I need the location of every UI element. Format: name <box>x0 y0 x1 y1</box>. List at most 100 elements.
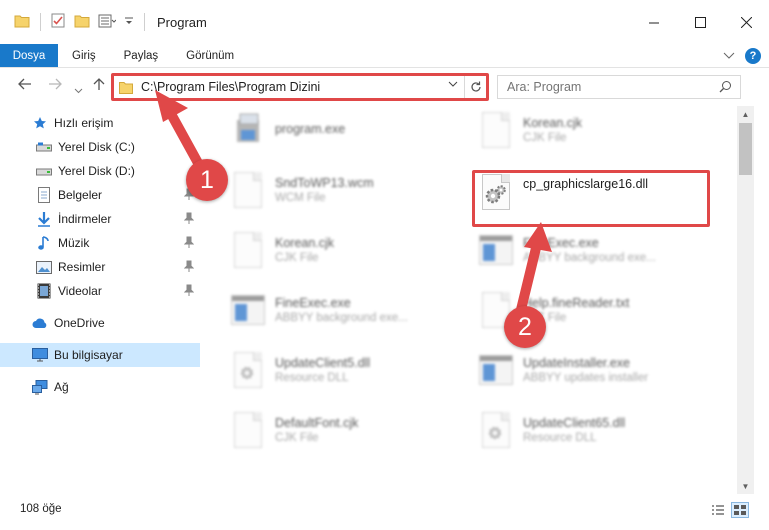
status-bar: 108 öğe <box>0 494 769 530</box>
tab-file[interactable]: Dosya <box>0 44 58 67</box>
file-item[interactable]: SndToWP13.wcm WCM File <box>231 170 374 210</box>
back-button[interactable] <box>18 77 32 93</box>
tab-home[interactable]: Giriş <box>58 44 110 67</box>
file-type: CJK File <box>523 132 567 144</box>
pictures-icon <box>36 259 52 275</box>
file-icon <box>479 110 513 150</box>
drive-icon <box>36 163 52 179</box>
network-icon <box>32 379 48 395</box>
file-type: WCM File <box>275 192 326 204</box>
file-item[interactable]: UpdateClient65.dll Resource DLL <box>479 410 625 450</box>
file-name: Korean.cjk <box>523 116 583 130</box>
file-item-target-dll[interactable]: cp_graphicslarge16.dll <box>479 172 648 212</box>
details-view-icon[interactable] <box>709 502 727 518</box>
view-switcher <box>709 502 749 518</box>
sidebar-item-label: Hızlı erişim <box>54 116 114 130</box>
file-item[interactable]: Help.fineReader.txt TXT File <box>479 290 629 330</box>
documents-icon <box>36 187 52 203</box>
divider <box>40 13 41 31</box>
file-name: program.exe <box>275 122 346 136</box>
new-folder-icon[interactable] <box>74 14 90 31</box>
help-icon[interactable]: ? <box>745 48 761 64</box>
file-icon <box>231 170 265 210</box>
chevron-down-icon[interactable] <box>448 80 458 91</box>
file-item[interactable]: program.exe <box>231 110 345 150</box>
recent-locations-icon[interactable] <box>74 81 83 97</box>
file-item[interactable]: FineExec.exe ABBYY background exe... <box>479 230 656 270</box>
sidebar-item-label: Ağ <box>54 380 69 394</box>
ribbon: Dosya Giriş Paylaş Görünüm ? <box>0 44 769 68</box>
tab-view[interactable]: Görünüm <box>172 44 248 67</box>
sidebar-item-downloads[interactable]: İndirmeler <box>0 207 200 231</box>
star-icon <box>32 115 48 131</box>
pin-icon[interactable] <box>183 212 195 227</box>
customize-toolbar-icon[interactable] <box>124 15 134 29</box>
sidebar-item-music[interactable]: Müzik <box>0 231 200 255</box>
sidebar-item-videos[interactable]: Videolar <box>0 279 200 303</box>
file-item[interactable]: Korean.cjk CJK File <box>479 110 582 150</box>
address-path[interactable]: C:\Program Files\Program Dizini <box>141 80 320 94</box>
layout-icon[interactable] <box>98 14 117 31</box>
file-icon <box>231 410 265 450</box>
scrollbar-thumb[interactable] <box>739 123 752 175</box>
callout-badge-2: 2 <box>504 306 546 348</box>
file-item[interactable]: UpdateInstaller.exe ABBYY updates install… <box>479 350 648 390</box>
file-name: DefaultFont.cjk <box>275 416 359 430</box>
title-bar: Program <box>0 0 769 44</box>
dll-gear-icon <box>479 172 513 212</box>
sidebar-item-label: Belgeler <box>58 188 103 202</box>
file-name: cp_graphicslarge16.dll <box>523 177 649 191</box>
sidebar-item-label: Müzik <box>58 236 90 250</box>
file-item[interactable]: DefaultFont.cjk CJK File <box>231 410 358 450</box>
up-button[interactable] <box>93 77 105 94</box>
installer-icon <box>231 110 265 150</box>
file-type: CJK File <box>275 432 319 444</box>
vertical-scrollbar[interactable]: ▲ ▼ <box>737 106 754 494</box>
tab-share[interactable]: Paylaş <box>110 44 173 67</box>
sidebar-item-local-disk-d[interactable]: Yerel Disk (D:) <box>0 159 200 183</box>
sidebar-item-local-disk-c[interactable]: Yerel Disk (C:) <box>0 135 200 159</box>
file-type: ABBYY updates installer <box>523 372 649 384</box>
search-icon[interactable] <box>719 80 732 96</box>
file-item[interactable]: FineExec.exe ABBYY background exe... <box>231 290 408 330</box>
item-count: 108 öğe <box>20 503 62 515</box>
quick-access-toolbar <box>14 13 147 31</box>
pin-icon[interactable] <box>183 284 195 299</box>
sidebar-item-label: OneDrive <box>54 316 105 330</box>
tiles-view-icon[interactable] <box>731 502 749 518</box>
file-type: ABBYY background exe... <box>523 252 656 264</box>
file-type: CJK File <box>275 252 319 264</box>
address-bar[interactable]: C:\Program Files\Program Dizini <box>111 73 489 101</box>
sidebar-item-label: Videolar <box>58 284 102 298</box>
refresh-button[interactable] <box>464 76 486 98</box>
pin-icon[interactable] <box>183 236 195 251</box>
pin-icon[interactable] <box>183 260 195 275</box>
chevron-down-icon[interactable] <box>723 49 735 63</box>
drive-icon <box>36 139 52 155</box>
file-name: FineExec.exe <box>523 236 599 250</box>
scroll-up-icon[interactable]: ▲ <box>737 106 754 122</box>
close-button[interactable] <box>723 8 769 36</box>
properties-icon[interactable] <box>51 13 66 31</box>
minimize-button[interactable] <box>631 8 677 36</box>
scroll-down-icon[interactable]: ▼ <box>737 478 754 494</box>
file-item[interactable]: UpdateClient5.dll Resource DLL <box>231 350 370 390</box>
file-item[interactable]: Korean.cjk CJK File <box>231 230 334 270</box>
sidebar-item-pictures[interactable]: Resimler <box>0 255 200 279</box>
file-name: Help.fineReader.txt <box>523 296 630 310</box>
sidebar-item-onedrive[interactable]: OneDrive <box>0 311 200 335</box>
search-box[interactable] <box>497 75 741 99</box>
sidebar-item-this-pc[interactable]: Bu bilgisayar <box>0 343 200 367</box>
sidebar-item-network[interactable]: Ağ <box>0 375 200 399</box>
forward-button[interactable] <box>48 77 62 93</box>
search-input[interactable] <box>507 80 707 94</box>
app-icon <box>479 230 513 270</box>
dll-gear-icon <box>231 350 265 390</box>
folder-icon <box>119 81 133 94</box>
sidebar-item-label: Resimler <box>58 260 106 274</box>
sidebar-item-documents[interactable]: Belgeler <box>0 183 200 207</box>
maximize-button[interactable] <box>677 8 723 36</box>
sidebar-item-quick-access[interactable]: Hızlı erişim <box>0 111 200 135</box>
computer-icon <box>32 347 48 363</box>
videos-icon <box>36 283 52 299</box>
